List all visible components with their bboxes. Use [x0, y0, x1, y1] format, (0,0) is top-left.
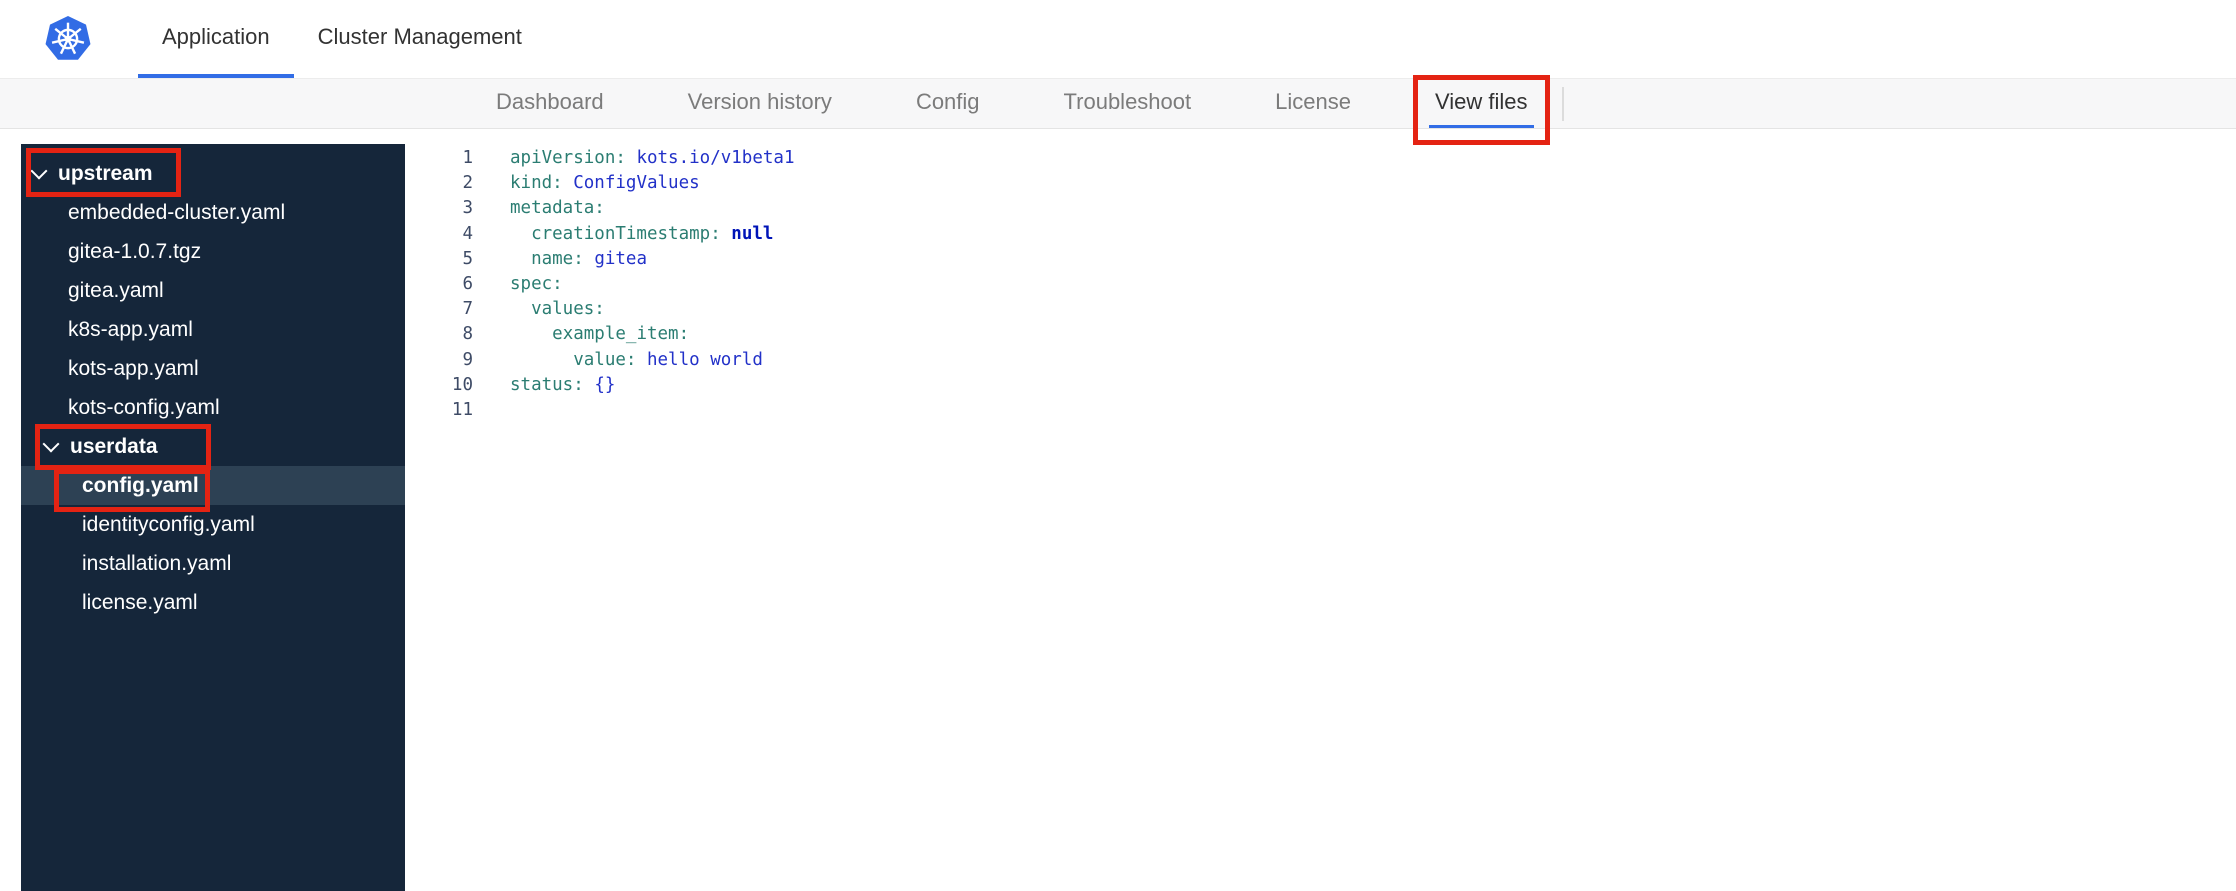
line-number: 7 [462, 299, 473, 320]
code-token: spec: [510, 273, 563, 294]
code-line[interactable]: name: gitea [510, 247, 795, 272]
line-number: 5 [462, 248, 473, 269]
editor-gutter: 1 2 3 4 5 6 7 8 9 10 11 [405, 146, 473, 891]
code-token: kind: [510, 173, 563, 194]
tree-item-label: config.yaml [82, 473, 199, 497]
tree-item-label: kots-config.yaml [68, 395, 220, 419]
tree-item-label: gitea-1.0.7.tgz [68, 239, 202, 263]
line-number: 1 [462, 148, 473, 168]
code-line[interactable]: creationTimestamp: null [510, 222, 795, 247]
line-number: 8 [462, 324, 473, 345]
file-tree: upstream embedded-cluster.yaml gitea-1.0.7… [21, 144, 405, 891]
subnav-tab-troubleshoot[interactable]: Troubleshoot [1058, 79, 1198, 128]
tree-file-gitea-1-0-7-tgz[interactable]: gitea-1.0.7.tgz [21, 232, 405, 271]
code-token: hello world [646, 349, 763, 370]
subnav-tab-config[interactable]: Config [910, 79, 986, 128]
chevron-down-icon [42, 435, 60, 452]
code-token: example_item: [552, 324, 690, 345]
header-tab-application[interactable]: Application [138, 0, 294, 78]
tree-file-k8s-app-yaml[interactable]: k8s-app.yaml [21, 310, 405, 349]
line-number: 11 [451, 399, 473, 420]
code-token: status: [510, 374, 584, 395]
header-tab-cluster-management[interactable]: Cluster Management [294, 0, 546, 78]
code-token: apiVersion: [510, 148, 626, 168]
tree-item-label: gitea.yaml [68, 278, 164, 302]
code-token: gitea [594, 248, 647, 269]
subnav: Dashboard Version history Config Troublesho… [0, 75, 2236, 145]
tree-item-label: embedded-cluster.yaml [68, 200, 286, 224]
kubernetes-helm-icon [45, 15, 91, 60]
subnav-tab-view-files[interactable]: View files [1412, 75, 1550, 145]
line-number: 3 [462, 198, 473, 219]
line-number: 9 [462, 349, 473, 370]
subnav-tab-license[interactable]: License [1269, 79, 1357, 128]
subnav-tab-dashboard[interactable]: Dashboard [490, 79, 610, 128]
content-area: upstream embedded-cluster.yaml gitea-1.0.7… [0, 129, 2236, 891]
tree-file-gitea-yaml[interactable]: gitea.yaml [21, 271, 405, 310]
code-line[interactable] [510, 398, 795, 423]
code-line[interactable]: value: hello world [510, 348, 795, 373]
tree-item-label: k8s-app.yaml [68, 317, 193, 341]
tree-item-label: userdata [70, 434, 158, 458]
header-tabs: Application Cluster Management [138, 0, 546, 78]
tree-file-license-yaml[interactable]: license.yaml [21, 583, 405, 622]
tree-folder-userdata[interactable]: userdata [21, 424, 405, 470]
tree-file-config-yaml[interactable]: config.yaml [21, 466, 405, 512]
tree-item-label: installation.yaml [82, 551, 232, 575]
code-line[interactable]: apiVersion: kots.io/v1beta1 [510, 146, 795, 171]
tree-item-label: kots-app.yaml [68, 356, 199, 380]
code-token: name: [531, 248, 584, 269]
yaml-editor[interactable]: 1 2 3 4 5 6 7 8 9 10 11 apiVersion: kots.io/v1beta… [405, 144, 795, 891]
code-token: null [731, 223, 774, 244]
code-line[interactable]: kind: ConfigValues [510, 171, 795, 196]
line-number: 10 [451, 374, 473, 395]
tree-item-label: license.yaml [82, 590, 198, 614]
tree-file-kots-app-yaml[interactable]: kots-app.yaml [21, 349, 405, 388]
tree-file-identityconfig-yaml[interactable]: identityconfig.yaml [21, 505, 405, 544]
line-number: 4 [462, 223, 473, 244]
code-token: ConfigValues [573, 173, 700, 194]
chevron-down-icon [30, 162, 48, 179]
tree-file-installation-yaml[interactable]: installation.yaml [21, 544, 405, 583]
code-token: values: [531, 299, 605, 320]
code-token: {} [594, 374, 616, 395]
code-token: kots.io/v1beta1 [636, 148, 795, 168]
line-number: 6 [462, 273, 473, 294]
tree-file-embedded-cluster-yaml[interactable]: embedded-cluster.yaml [21, 193, 405, 232]
kubernetes-logo [44, 15, 92, 63]
tree-item-label: upstream [58, 161, 153, 185]
subnav-tab-version-history[interactable]: Version history [682, 79, 838, 128]
line-number: 2 [462, 173, 473, 194]
code-line[interactable]: spec: [510, 272, 795, 297]
code-token: creationTimestamp: [531, 223, 721, 244]
tree-item-label: identityconfig.yaml [82, 512, 255, 536]
code-line[interactable]: values: [510, 297, 795, 322]
code-token: metadata: [510, 198, 605, 219]
tree-folder-upstream[interactable]: upstream [21, 148, 405, 197]
code-token: value: [573, 349, 637, 370]
editor-code[interactable]: apiVersion: kots.io/v1beta1 kind: ConfigV… [473, 146, 795, 891]
code-line[interactable]: example_item: [510, 322, 795, 347]
tree-file-kots-config-yaml[interactable]: kots-config.yaml [21, 388, 405, 427]
subnav-divider [1562, 87, 1564, 121]
top-header: Application Cluster Management [0, 0, 2236, 78]
code-line[interactable]: status: {} [510, 373, 795, 398]
code-line[interactable]: metadata: [510, 196, 795, 221]
